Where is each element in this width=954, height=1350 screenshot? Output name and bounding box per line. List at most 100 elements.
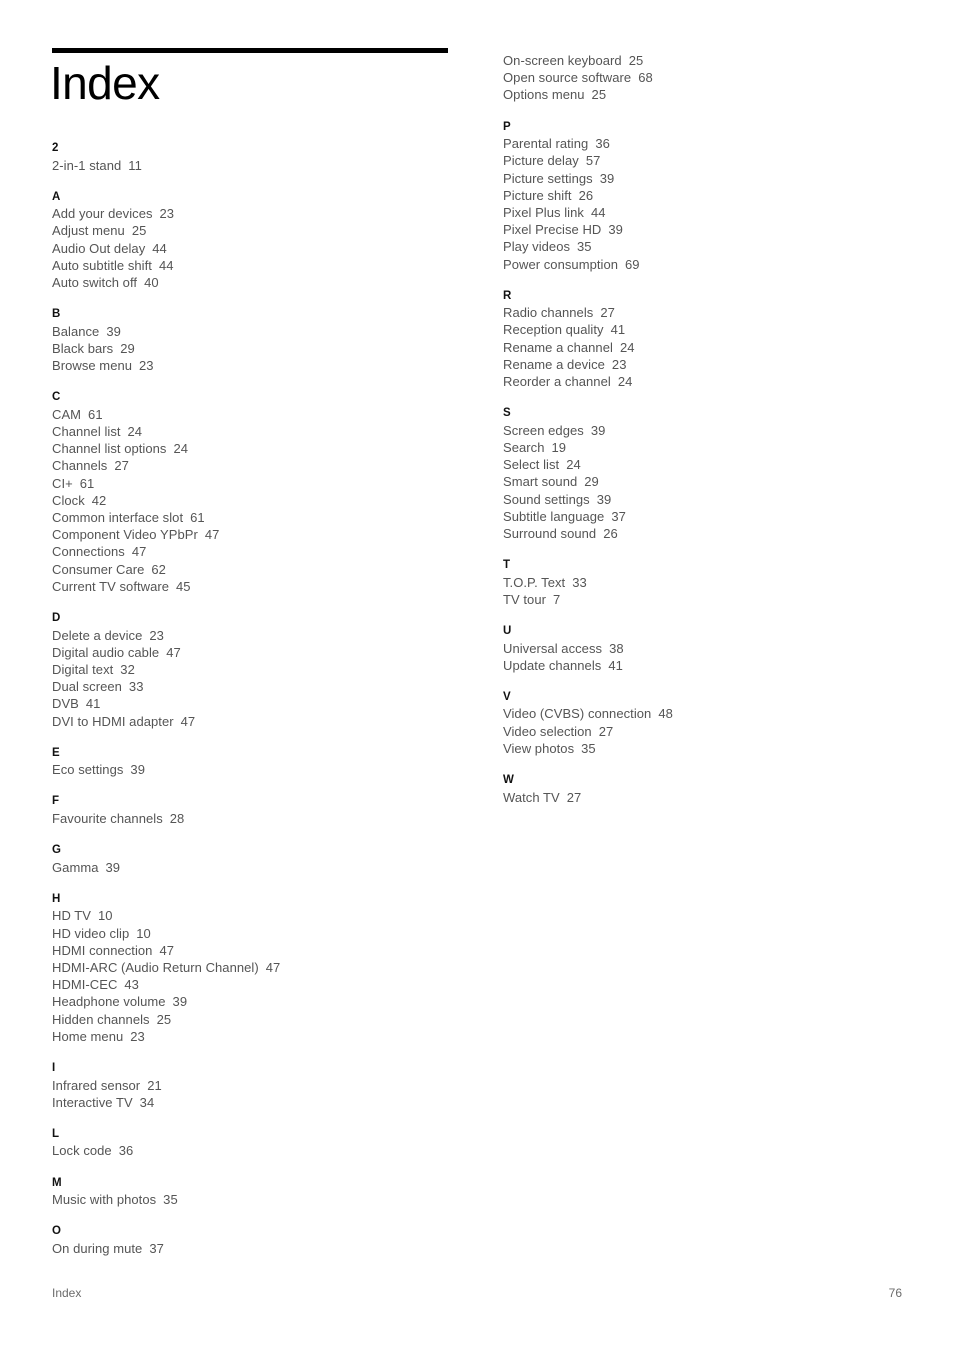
index-entry[interactable]: Play videos 35 [503, 238, 923, 255]
index-entry[interactable]: T.O.P. Text 33 [503, 574, 923, 591]
index-entry[interactable]: Universal access 38 [503, 640, 923, 657]
index-entry[interactable]: Favourite channels 28 [52, 810, 472, 827]
index-entry[interactable]: Add your devices 23 [52, 205, 472, 222]
index-group-letter: O [52, 1225, 62, 1238]
index-entry[interactable]: HDMI-CEC 43 [52, 976, 472, 993]
index-entry[interactable]: Picture shift 26 [503, 187, 923, 204]
index-entry[interactable]: Video (CVBS) connection 48 [503, 705, 923, 722]
index-entry[interactable]: HD TV 10 [52, 907, 472, 924]
index-entry-term: HDMI-CEC [52, 977, 118, 993]
index-entry[interactable]: DVI to HDMI adapter 47 [52, 713, 472, 730]
index-entry[interactable]: Radio channels 27 [503, 304, 923, 321]
page-title-block: Index [50, 48, 448, 109]
index-entry[interactable]: Power consumption 69 [503, 256, 923, 273]
index-entry-term: Clock [52, 492, 85, 508]
index-entry[interactable]: Dual screen 33 [52, 678, 472, 695]
index-entry[interactable]: Auto switch off 40 [52, 274, 472, 291]
index-group-letter: A [52, 190, 61, 203]
index-entry-page: 43 [124, 977, 139, 993]
index-entry[interactable]: Channel list 24 [52, 423, 472, 440]
index-entry[interactable]: Common interface slot 61 [52, 509, 472, 526]
index-entry-page: 48 [658, 706, 673, 722]
index-entry-term: Favourite channels [52, 810, 163, 826]
index-entry[interactable]: Rename a channel 24 [503, 339, 923, 356]
index-entry[interactable]: Subtitle language 37 [503, 508, 923, 525]
index-entry[interactable]: Sound settings 39 [503, 491, 923, 508]
index-entry[interactable]: Rename a device 23 [503, 356, 923, 373]
index-entry[interactable]: Connections 47 [52, 543, 472, 560]
index-entry-page: 44 [158, 257, 174, 273]
index-entry[interactable]: Component Video YPbPr 47 [52, 526, 472, 543]
index-entry[interactable]: Auto subtitle shift 44 [52, 257, 472, 274]
index-entry-page: 26 [603, 525, 618, 541]
index-entry[interactable]: Select list 24 [503, 456, 923, 473]
index-entry[interactable]: CI+ 61 [52, 475, 472, 492]
index-entry-page: 44 [152, 240, 167, 256]
index-entry[interactable]: Clock 42 [52, 492, 472, 509]
index-group: L Lock code 36 [52, 1126, 472, 1160]
index-entry[interactable]: Watch TV 27 [503, 789, 923, 806]
index-entry[interactable]: Reorder a channel 24 [503, 373, 923, 390]
index-entry[interactable]: Hidden channels 25 [52, 1011, 472, 1028]
index-entry[interactable]: Delete a device 23 [52, 627, 472, 644]
index-entry[interactable]: Reception quality 41 [503, 321, 923, 338]
index-entry[interactable]: Home menu 23 [52, 1028, 472, 1045]
index-entry[interactable]: Adjust menu 25 [52, 222, 472, 239]
index-entry[interactable]: HDMI-ARC (Audio Return Channel) 47 [52, 959, 472, 976]
index-entry[interactable]: Smart sound 29 [503, 473, 923, 490]
index-entry[interactable]: Digital text 32 [52, 661, 472, 678]
index-entry[interactable]: View photos 35 [503, 740, 923, 757]
index-entry[interactable]: Lock code 36 [52, 1142, 472, 1159]
index-entry-page: 27 [566, 789, 582, 805]
index-entry[interactable]: Parental rating 36 [503, 135, 923, 152]
index-entry[interactable]: Eco settings 39 [52, 761, 472, 778]
index-entry[interactable]: Update channels 41 [503, 657, 923, 674]
index-entry[interactable]: 2-in-1 stand 11 [52, 157, 472, 174]
index-group: G Gamma 39 [52, 842, 472, 876]
index-entry[interactable]: Options menu 25 [503, 86, 923, 103]
index-entry[interactable]: Black bars 29 [52, 340, 472, 357]
index-entry[interactable]: TV tour 7 [503, 591, 923, 608]
index-entry[interactable]: Consumer Care 62 [52, 561, 472, 578]
index-entry[interactable]: Browse menu 23 [52, 357, 472, 374]
index-entry[interactable]: Surround sound 26 [503, 525, 923, 542]
index-entry[interactable]: Video selection 27 [503, 723, 923, 740]
index-entry[interactable]: Interactive TV 34 [52, 1094, 472, 1111]
index-entry-term: DVI to HDMI adapter [52, 713, 174, 729]
index-entry[interactable]: On-screen keyboard 25 [503, 52, 923, 69]
index-entry-page: 45 [176, 578, 191, 594]
index-entry[interactable]: Search 19 [503, 439, 923, 456]
index-entry[interactable]: Music with photos 35 [52, 1191, 472, 1208]
index-entry-page: 44 [590, 204, 606, 220]
index-entry[interactable]: Picture settings 39 [503, 170, 923, 187]
index-entry-term: Connections [52, 544, 125, 560]
index-entry-page: 41 [610, 322, 626, 338]
index-entry[interactable]: HDMI connection 47 [52, 942, 472, 959]
index-entry[interactable]: Open source software 68 [503, 69, 923, 86]
index-entry[interactable]: Pixel Plus link 44 [503, 204, 923, 221]
index-entry[interactable]: Channel list options 24 [52, 440, 472, 457]
index-entry[interactable]: Audio Out delay 44 [52, 240, 472, 257]
index-entry[interactable]: CAM 61 [52, 406, 472, 423]
index-entry[interactable]: Picture delay 57 [503, 152, 923, 169]
index-entry[interactable]: Balance 39 [52, 323, 472, 340]
index-entry[interactable]: Gamma 39 [52, 859, 472, 876]
index-group: U Universal access 38 Update channels 41 [503, 623, 923, 674]
index-entry-term: Consumer Care [52, 561, 145, 577]
index-entry[interactable]: Headphone volume 39 [52, 993, 472, 1010]
index-group-letter: S [503, 407, 511, 420]
index-entry[interactable]: Channels 27 [52, 457, 472, 474]
index-entry[interactable]: Digital audio cable 47 [52, 644, 472, 661]
index-entry[interactable]: Current TV software 45 [52, 578, 472, 595]
index-entry[interactable]: Infrared sensor 21 [52, 1077, 472, 1094]
index-entry-term: Current TV software [52, 578, 170, 594]
index-page: Index 2 2-in-1 stand 11 A Add your devices 23… [0, 0, 954, 1350]
index-group: C CAM 61 Channel list 24 Channel list options… [52, 389, 472, 595]
index-entry[interactable]: HD video clip 10 [52, 925, 472, 942]
index-entry-term: Reception quality [503, 322, 604, 338]
index-entry[interactable]: Screen edges 39 [503, 422, 923, 439]
index-entry[interactable]: On during mute 37 [52, 1240, 472, 1257]
index-entry-term: Screen edges [503, 422, 584, 438]
index-entry[interactable]: Pixel Precise HD 39 [503, 221, 923, 238]
index-entry[interactable]: DVB 41 [52, 695, 472, 712]
